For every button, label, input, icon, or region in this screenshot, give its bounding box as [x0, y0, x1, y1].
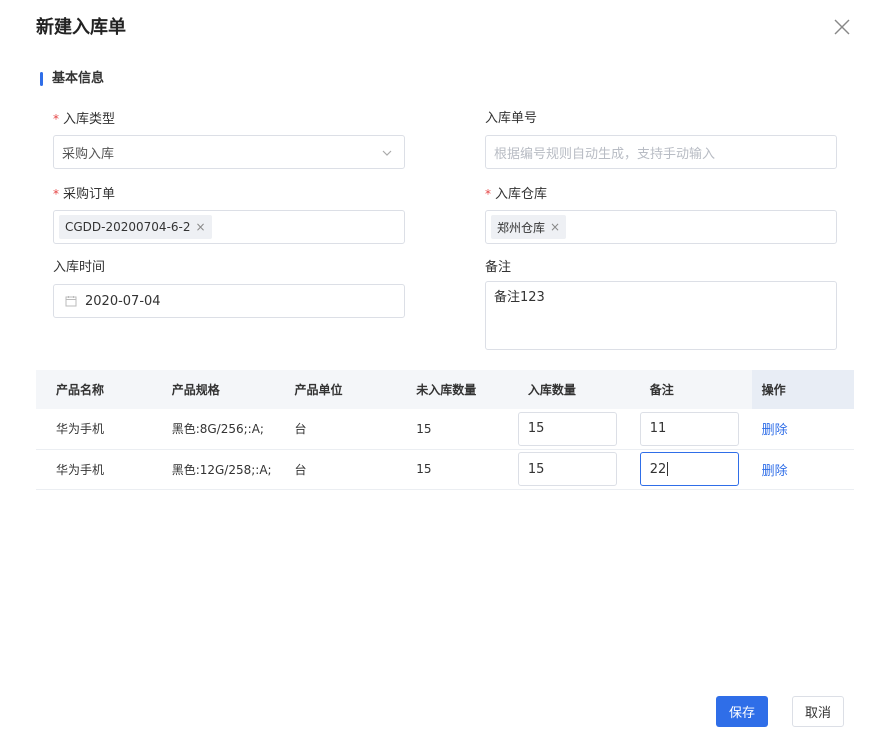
qty-input[interactable]: 15 [517, 411, 617, 446]
remark-value: 备注123 [494, 290, 545, 305]
col-header-qty: 入库数量 [507, 370, 630, 409]
tag-close-icon[interactable]: × [550, 220, 560, 234]
warehouse-label: * 入库仓库 [485, 187, 548, 202]
qty-input[interactable]: 15 [517, 452, 617, 486]
row-remark-input[interactable]: 11 [639, 411, 739, 446]
warehouse-tag: 郑州仓库 × [491, 215, 567, 239]
product-table: 产品名称 产品规格 产品单位 未入库数量 入库数量 备注 操作 华为手机 黑色:… [36, 370, 854, 490]
cell-name: 华为手机 [36, 409, 152, 450]
cell-pending: 15 [396, 449, 508, 490]
required-mark: * [485, 187, 491, 201]
table-row: 华为手机 黑色:8G/256;:A; 台 15 15 11 删除 [36, 409, 854, 450]
tag-close-icon[interactable]: × [196, 220, 206, 234]
close-icon[interactable] [833, 18, 851, 36]
save-button[interactable]: 保存 [716, 696, 768, 727]
col-header-action: 操作 [751, 370, 854, 409]
purchase-order-label: * 采购订单 [53, 187, 116, 202]
cell-name: 华为手机 [36, 449, 152, 490]
chevron-down-icon [382, 150, 392, 156]
in-time-value: 2020-07-04 [85, 293, 161, 309]
warehouse-select[interactable]: 郑州仓库 × [485, 210, 837, 244]
in-type-label: * 入库类型 [53, 112, 116, 127]
col-header-spec: 产品规格 [151, 370, 275, 409]
cell-spec: 黑色:8G/256;:A; [151, 409, 275, 450]
section-basic-info: 基本信息 [40, 71, 104, 87]
section-accent-bar [40, 72, 43, 86]
cell-unit: 台 [274, 449, 397, 490]
table-row: 华为手机 黑色:12G/258;:A; 台 15 15 22 删除 [36, 449, 854, 490]
in-no-label: 入库单号 [485, 111, 538, 126]
remark-textarea[interactable]: 备注123 [485, 281, 837, 350]
cell-spec: 黑色:12G/258;:A; [151, 449, 275, 490]
required-mark: * [53, 187, 59, 201]
purchase-order-tag: CGDD-20200704-6-2 × [59, 215, 212, 239]
dialog-title: 新建入库单 [36, 17, 126, 38]
delete-link[interactable]: 删除 [762, 464, 788, 479]
col-header-name: 产品名称 [36, 370, 152, 409]
text-caret [667, 462, 669, 476]
cancel-button[interactable]: 取消 [792, 696, 844, 727]
in-no-placeholder: 根据编号规则自动生成，支持手动输入 [494, 146, 716, 162]
purchase-order-select[interactable]: CGDD-20200704-6-2 × [53, 210, 405, 244]
section-title: 基本信息 [52, 71, 105, 86]
cell-pending: 15 [396, 409, 508, 450]
in-no-input[interactable]: 根据编号规则自动生成，支持手动输入 [485, 135, 837, 169]
in-time-picker[interactable]: 2020-07-04 [53, 284, 405, 318]
row-remark-input[interactable]: 22 [639, 452, 739, 486]
calendar-icon [65, 296, 77, 307]
col-header-remark: 备注 [629, 370, 752, 409]
in-type-value: 采购入库 [62, 146, 115, 162]
cell-unit: 台 [274, 409, 397, 450]
col-header-unit: 产品单位 [274, 370, 397, 409]
in-type-select[interactable]: 采购入库 [53, 135, 405, 169]
in-time-label: 入库时间 [53, 260, 106, 275]
required-mark: * [53, 112, 59, 126]
delete-link[interactable]: 删除 [762, 423, 788, 438]
remark-label: 备注 [485, 260, 512, 275]
table-header-row: 产品名称 产品规格 产品单位 未入库数量 入库数量 备注 操作 [36, 370, 854, 409]
col-header-pending: 未入库数量 [396, 370, 508, 409]
